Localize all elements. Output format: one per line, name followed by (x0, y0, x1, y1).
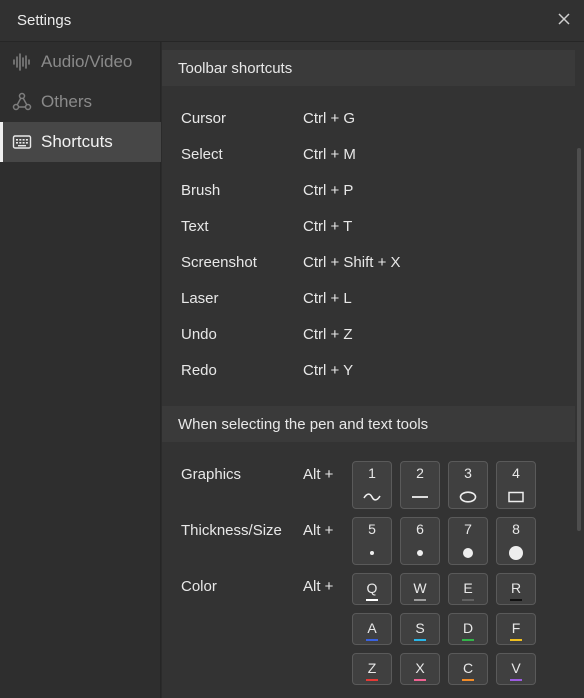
shortcut-name: Select (181, 146, 223, 163)
alt-modifier: Alt + (303, 522, 334, 539)
shortcut-name: Undo (181, 326, 217, 343)
key-e-color[interactable]: E (448, 573, 488, 605)
color-swatch-underline (414, 599, 426, 601)
key-letter: 6 (416, 521, 424, 537)
wave-line-icon (353, 489, 391, 505)
key-letter: 3 (464, 465, 472, 481)
shortcut-name: Screenshot (181, 254, 257, 271)
key-d-color[interactable]: D (448, 613, 488, 645)
graphics-label: Graphics (181, 466, 242, 483)
shortcut-keys: Ctrl + L (303, 290, 352, 307)
section-header-pen-text: When selecting the pen and text tools (162, 406, 575, 442)
key-c-color[interactable]: C (448, 653, 488, 685)
shortcut-keys: Ctrl + Y (303, 362, 354, 379)
key-letter: 1 (368, 465, 376, 481)
thickness-label: Thickness/Size (181, 522, 282, 539)
sidebar-item-audio-video[interactable]: Audio/Video (0, 42, 161, 82)
key-x-color[interactable]: X (400, 653, 440, 685)
shortcut-keys: Ctrl + Z (303, 326, 353, 343)
alt-modifier: Alt + (303, 578, 334, 595)
key-8-thickness-l[interactable]: 8 (496, 517, 536, 565)
key-letter: V (511, 660, 521, 676)
key-s-color[interactable]: S (400, 613, 440, 645)
key-f-color[interactable]: F (496, 613, 536, 645)
key-letter: Q (366, 580, 378, 596)
straight-line-icon (401, 489, 439, 505)
key-letter: 7 (464, 521, 472, 537)
sidebar-item-shortcuts[interactable]: Shortcuts (0, 122, 161, 162)
key-letter: 8 (512, 521, 520, 537)
key-z-color[interactable]: Z (352, 653, 392, 685)
color-swatch-underline (366, 599, 378, 601)
shortcut-name: Cursor (181, 110, 227, 127)
key-letter: R (510, 580, 522, 596)
sidebar-item-others[interactable]: Others (0, 82, 161, 122)
dot-s-icon (401, 545, 439, 561)
shortcut-keys: Ctrl + P (303, 182, 354, 199)
shortcut-name: Text (181, 218, 209, 235)
key-letter: S (415, 620, 425, 636)
key-7-thickness-m[interactable]: 7 (448, 517, 488, 565)
dot-m-icon (449, 545, 487, 561)
key-letter: D (462, 620, 474, 636)
key-2-straight-line[interactable]: 2 (400, 461, 440, 509)
shortcuts-panel: Toolbar shortcuts Cursor Ctrl + G Select… (162, 42, 584, 698)
key-letter: C (462, 660, 474, 676)
key-q-color[interactable]: Q (352, 573, 392, 605)
shortcut-keys: Ctrl + T (303, 218, 353, 235)
rectangle-icon (497, 489, 535, 505)
key-r-color[interactable]: R (496, 573, 536, 605)
key-4-rectangle[interactable]: 4 (496, 461, 536, 509)
sidebar-item-label: Audio/Video (41, 52, 133, 71)
color-label: Color (181, 578, 217, 595)
key-w-color[interactable]: W (400, 573, 440, 605)
dot-xs-icon (353, 545, 391, 561)
color-swatch-underline (462, 679, 474, 681)
shortcut-keys: Ctrl + G (303, 110, 356, 127)
shortcut-name: Laser (181, 290, 219, 307)
alt-modifier: Alt + (303, 466, 334, 483)
key-letter: W (413, 580, 427, 596)
close-icon[interactable] (556, 11, 572, 27)
key-letter: 2 (416, 465, 424, 481)
sidebar-item-label: Shortcuts (41, 132, 113, 151)
share-nodes-icon (12, 92, 32, 112)
shortcut-name: Brush (181, 182, 221, 199)
audio-waveform-icon (12, 52, 32, 72)
key-a-color[interactable]: A (352, 613, 392, 645)
color-swatch-underline (366, 639, 378, 641)
color-swatch-underline (366, 679, 378, 681)
sidebar-item-label: Others (41, 92, 93, 111)
shortcut-keys: Ctrl + Shift + X (303, 254, 401, 271)
key-letter: Z (367, 660, 377, 676)
ellipse-icon (449, 489, 487, 505)
key-letter: 5 (368, 521, 376, 537)
section-header-toolbar: Toolbar shortcuts (162, 50, 575, 86)
key-letter: F (511, 620, 521, 636)
vertical-scrollbar[interactable] (577, 148, 581, 531)
color-swatch-underline (462, 639, 474, 641)
key-1-wave-line[interactable]: 1 (352, 461, 392, 509)
color-swatch-underline (510, 679, 522, 681)
shortcut-name: Redo (181, 362, 217, 379)
color-swatch-underline (510, 639, 522, 641)
color-swatch-underline (510, 599, 522, 601)
title-bar: Settings (0, 0, 584, 42)
key-3-ellipse[interactable]: 3 (448, 461, 488, 509)
dot-l-icon (497, 545, 535, 561)
key-letter: E (463, 580, 473, 596)
color-swatch-underline (414, 679, 426, 681)
settings-sidebar: Audio/Video Others Shortcuts (0, 42, 161, 698)
shortcut-keys: Ctrl + M (303, 146, 356, 163)
color-swatch-underline (462, 599, 474, 601)
key-v-color[interactable]: V (496, 653, 536, 685)
key-letter: A (367, 620, 377, 636)
keyboard-icon (12, 132, 32, 152)
key-5-thickness-xs[interactable]: 5 (352, 517, 392, 565)
window-title: Settings (17, 12, 72, 29)
key-6-thickness-s[interactable]: 6 (400, 517, 440, 565)
color-swatch-underline (414, 639, 426, 641)
key-letter: 4 (512, 465, 520, 481)
key-letter: X (415, 660, 425, 676)
